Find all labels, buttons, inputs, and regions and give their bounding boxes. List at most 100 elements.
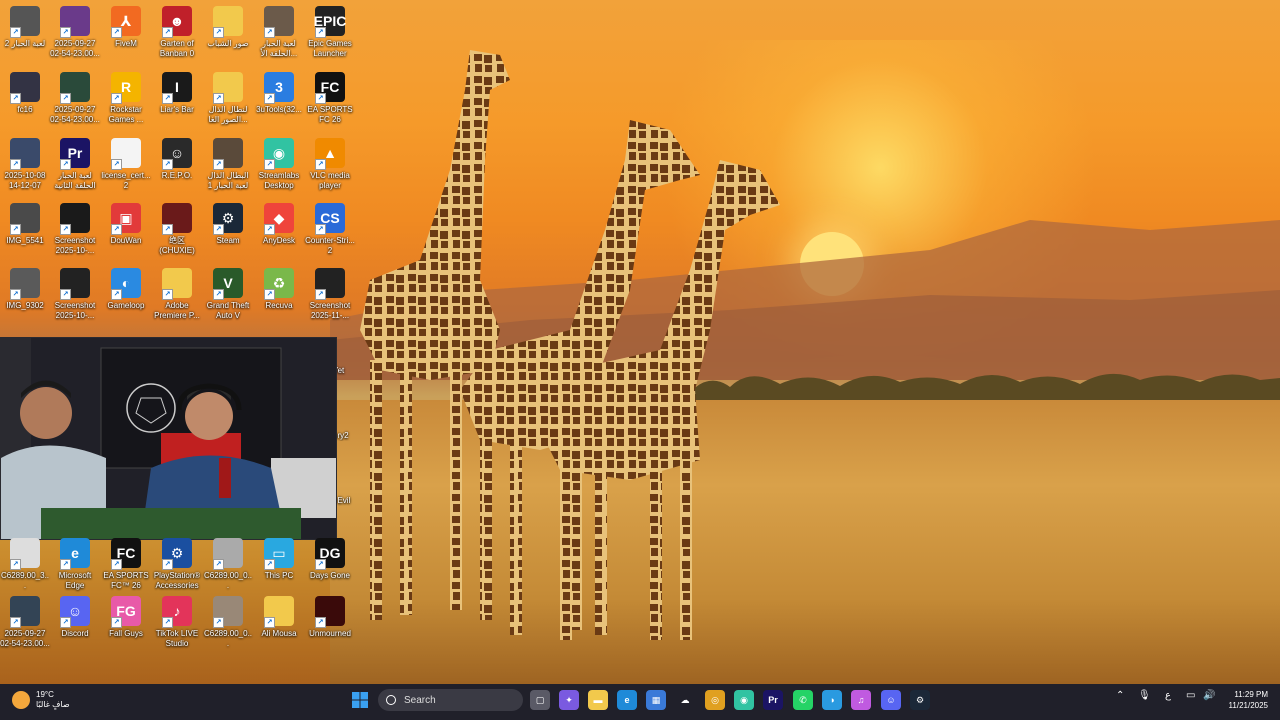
desktop-icon[interactable]: e ↗ Microsoft Edge — [50, 538, 100, 591]
desktop-icon[interactable]: ↗ IMG_5541 — [0, 203, 50, 246]
file-explorer-icon[interactable]: ▬ — [588, 690, 608, 710]
desktop-icon-label: 2025-09-27 02-54-23.00... — [50, 39, 100, 58]
shortcut-arrow-icon: ↗ — [213, 27, 224, 38]
desktop-icon[interactable]: ♻ ↗ Recuva — [254, 268, 304, 311]
taskbar-search-box[interactable]: Search — [378, 689, 523, 711]
desktop-icon-label: C6289.00_0... — [203, 571, 253, 590]
desktop-icon[interactable]: ↗ Screenshot 2025-10-... — [50, 203, 100, 256]
desktop-icon-label: Discord — [61, 629, 89, 638]
desktop-icon-label: Screenshot 2025-11-... — [309, 301, 351, 320]
desktop-icon-label: VLC media player — [310, 171, 350, 190]
desktop-icon[interactable]: ↗ license_cert... 2 — [101, 138, 151, 191]
desktop-icon[interactable]: ☻ ↗ Garten of Banban 0 — [152, 6, 202, 59]
steam-icon: ⚙ ↗ — [213, 203, 243, 235]
desktop-icon[interactable]: ▲ ↗ VLC media player — [305, 138, 355, 191]
desktop-icon[interactable]: ↗ fc16 — [0, 72, 50, 115]
desktop-icon[interactable]: ↗ IMG_9302 — [0, 268, 50, 311]
desktop-icon-label: 绝区 (CHUXIE) — [159, 236, 195, 255]
desktop-icon[interactable]: ↗ 2025-09-27 02-54-23.00... — [50, 6, 100, 59]
edge-icon[interactable]: e — [617, 690, 637, 710]
desktop-icon[interactable]: ↗ C6289.00_0... — [203, 538, 253, 591]
desktop-icon[interactable]: FC ↗ EA SPORTS FC™ 26 — [101, 538, 151, 591]
desktop-icon[interactable]: ↗ 2025-10-08 14-12-07 — [0, 138, 50, 191]
desktop-icon[interactable]: ↗ Screenshot 2025-10-... — [50, 268, 100, 321]
desktop-icon[interactable]: ↗ صور الشباب — [203, 6, 253, 49]
desktop-icon-label: Rockstar Games ... — [108, 105, 144, 124]
this-pc-icon: ▭ ↗ — [264, 538, 294, 570]
desktop-icon[interactable]: ⅄ ↗ FiveM — [101, 6, 151, 49]
network-icon[interactable]: ▭ — [1186, 690, 1195, 701]
task-view-icon[interactable]: ▢ — [530, 690, 550, 710]
steam-icon[interactable]: ⚙ — [910, 690, 930, 710]
desktop-icon[interactable]: ◆ ↗ AnyDesk — [254, 203, 304, 246]
desktop-icon[interactable]: ↗ لعبة الحبار 2 — [0, 6, 50, 49]
desktop-icon[interactable]: ⚙ ↗ PlayStation® Accessories — [152, 538, 202, 591]
microsoft-store-icon[interactable]: ▦ — [646, 690, 666, 710]
playstation-icon: ⚙ ↗ — [162, 538, 192, 570]
desktop-icon[interactable]: ↗ Adobe Premiere P... — [152, 268, 202, 321]
shortcut-arrow-icon: ↗ — [10, 159, 21, 170]
desktop-icon[interactable]: ↗ C6289.00_3... — [0, 538, 50, 591]
days-gone-icon: DG ↗ — [315, 538, 345, 570]
desktop-icon[interactable]: FC ↗ EA SPORTS FC 26 — [305, 72, 355, 125]
chrome-icon[interactable]: ◎ — [705, 690, 725, 710]
desktop-icon-label: البطال الذال لعبة الحبار 1 — [207, 171, 249, 190]
desktop-icon[interactable]: ↗ البطال الذال لعبة الحبار 1 — [203, 138, 253, 191]
desktop-icon[interactable]: DG ↗ Days Gone — [305, 538, 355, 581]
desktop-icon[interactable]: R ↗ Rockstar Games ... — [101, 72, 151, 125]
shortcut-arrow-icon: ↗ — [111, 27, 122, 38]
desktop-icon[interactable]: ↗ 2025-09-27 02-54-23.00... — [50, 72, 100, 125]
desktop-icon[interactable]: ☺ ↗ Discord — [50, 596, 100, 639]
desktop-icon[interactable]: ↗ Screenshot 2025-11-... — [305, 268, 355, 321]
desktop-icon[interactable]: ↗ لعبة الحبار الحلقة الأ... — [254, 6, 304, 59]
desktop-icon[interactable]: Pr ↗ لعبة الحبار الحلقة الثانية — [50, 138, 100, 191]
counter-strike-icon: CS ↗ — [315, 203, 345, 235]
desktop-icon[interactable]: ▭ ↗ This PC — [254, 538, 304, 581]
desktop-icon[interactable]: ↗ 绝区 (CHUXIE) — [152, 203, 202, 256]
desktop-icon[interactable]: ◐ ↗ Gameloop — [101, 268, 151, 311]
desktop-icon[interactable]: CS ↗ Counter-Stri... 2 — [305, 203, 355, 256]
itunes-icon[interactable]: ♫ — [851, 690, 871, 710]
discord-icon[interactable]: ☺ — [881, 690, 901, 710]
shortcut-arrow-icon: ↗ — [162, 559, 173, 570]
weather-temp: 19°C — [36, 690, 54, 699]
premiere-icon[interactable]: Pr — [763, 690, 783, 710]
desktop-icon[interactable]: ↗ Unmourned — [305, 596, 355, 639]
desktop-icon[interactable]: ◉ ↗ Streamlabs Desktop — [254, 138, 304, 191]
desktop-icon[interactable]: ☺ ↗ R.E.P.O. — [152, 138, 202, 181]
desktop-icon-label: Fall Guys — [109, 629, 143, 638]
webcam-overlay — [0, 337, 337, 540]
desktop-icon[interactable]: ↗ C6289.00_0... — [203, 596, 253, 649]
shortcut-arrow-icon: ↗ — [315, 159, 326, 170]
desktop-icon[interactable]: ▣ ↗ DouWan — [101, 203, 151, 246]
video-thumbnail-icon: ↗ — [10, 138, 40, 170]
clock-date: 11/21/2025 — [1228, 701, 1268, 710]
shortcut-arrow-icon: ↗ — [264, 27, 275, 38]
desktop-icon[interactable]: V ↗ Grand Theft Auto V — [203, 268, 253, 321]
desktop-icon[interactable]: FG ↗ Fall Guys — [101, 596, 151, 639]
shortcut-arrow-icon: ↗ — [111, 617, 122, 628]
system-clock[interactable]: 11:29 PM 11/21/2025 — [1229, 689, 1268, 711]
weather-widget[interactable]: 19°C صافٍ غالبًا — [12, 690, 70, 710]
desktop-icon[interactable]: ↗ Ali Mousa — [254, 596, 304, 639]
desktop-icon-label: Adobe Premiere P... — [154, 301, 200, 320]
whatsapp-icon[interactable]: ✆ — [793, 690, 813, 710]
desktop-icon[interactable]: ⚙ ↗ Steam — [203, 203, 253, 246]
capcut-icon[interactable]: ◑ — [822, 690, 842, 710]
desktop-icon[interactable]: EPIC ↗ Epic Games Launcher — [305, 6, 355, 59]
chevron-up-icon[interactable]: ⌃ — [1116, 690, 1124, 701]
premiere-project-icon: Pr ↗ — [60, 138, 90, 170]
desktop-icon[interactable]: 3 ↗ 3uTools(32... — [254, 72, 304, 115]
streamlabs-icon[interactable]: ◉ — [734, 690, 754, 710]
shortcut-arrow-icon: ↗ — [162, 289, 173, 300]
desktop-icon[interactable]: ↗ لنطال الذال الصور الغا... — [203, 72, 253, 125]
language-indicator[interactable]: ع — [1165, 690, 1171, 701]
volume-icon[interactable]: 🔊 — [1203, 690, 1215, 701]
desktop-icon[interactable]: I ↗ Liar's Bar — [152, 72, 202, 115]
windows-start-icon[interactable] — [352, 692, 368, 708]
desktop-icon[interactable]: ↗ 2025-09-27 02-54-23.00... — [0, 596, 50, 649]
ghost-app-icon[interactable]: ☁ — [675, 690, 695, 710]
desktop-icon[interactable]: ♪ ↗ TikTok LIVE Studio — [152, 596, 202, 649]
microphone-icon[interactable]: 🎙 — [1138, 690, 1151, 701]
copilot-icon[interactable]: ✦ — [559, 690, 579, 710]
